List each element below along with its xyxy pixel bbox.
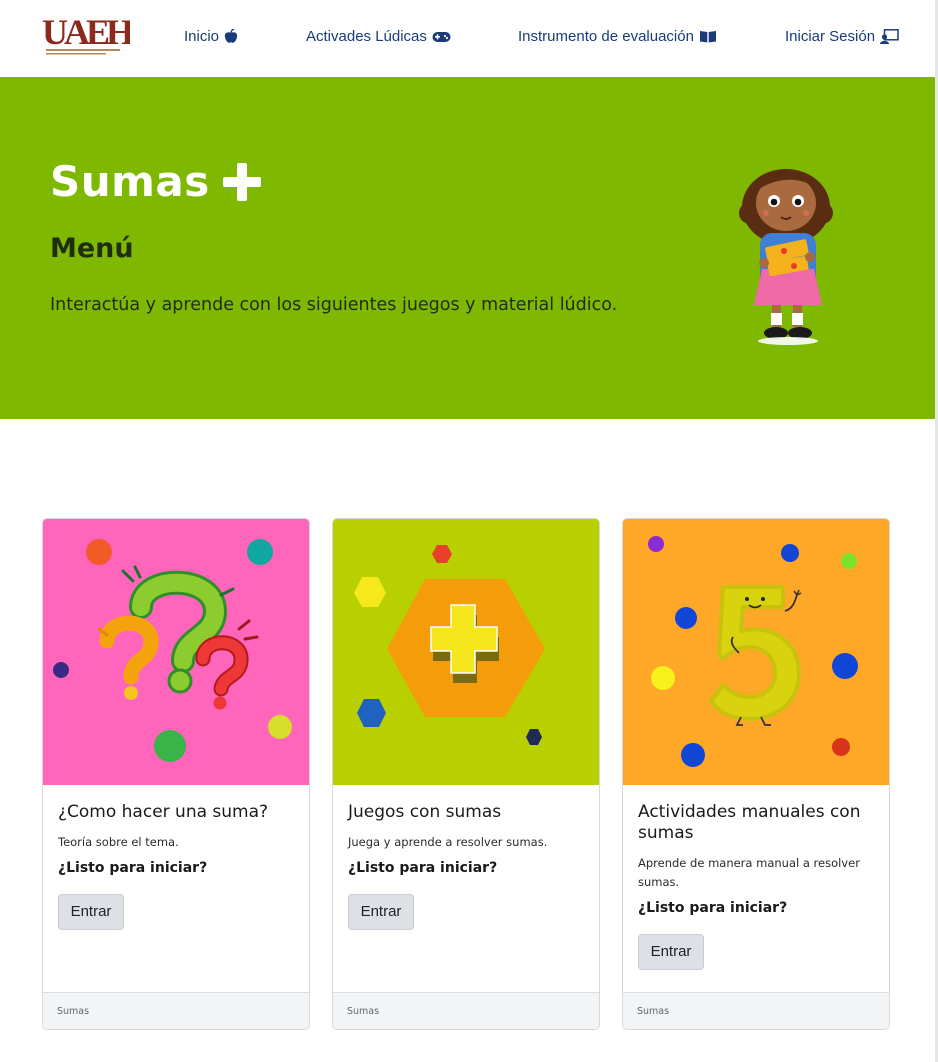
entrar-button[interactable]: Entrar <box>638 934 704 970</box>
nav-instrumento-evaluacion[interactable]: Instrumento de evaluación <box>518 28 717 45</box>
card-title: Actividades manuales con sumas <box>638 802 861 843</box>
nav-actividades-ludicas[interactable]: Activades Lúdicas <box>306 28 451 45</box>
hero-title: Sumas <box>50 157 262 206</box>
nav-inicio[interactable]: Inicio <box>184 28 238 45</box>
nav-iniciar-sesion[interactable]: Iniciar Sesión <box>785 28 899 45</box>
book-icon <box>699 31 716 43</box>
card-como-hacer-suma: ¿Como hacer una suma? Teoría sobre el te… <box>42 518 310 1030</box>
card-text: Teoría sobre el tema. <box>58 835 179 849</box>
card-ready-label: ¿Listo para iniciar? <box>348 860 498 876</box>
card-image-plus-hexagon <box>333 519 599 785</box>
user-screen-icon <box>880 29 899 44</box>
hero-description: Interactúa y aprende con los siguientes … <box>50 295 618 315</box>
card-actividades-manuales: Actividades manuales con sumas Aprende d… <box>622 518 890 1030</box>
nav-sesion-label: Iniciar Sesión <box>785 28 876 45</box>
gamepad-icon <box>432 31 451 42</box>
card-body: ¿Como hacer una suma? Teoría sobre el te… <box>58 802 298 930</box>
hero-section: Sumas Menú Interactúa y aprende con los … <box>0 77 935 419</box>
hero-subtitle: Menú <box>50 233 134 264</box>
nav-actividades-label: Activades Lúdicas <box>306 28 427 45</box>
card-footer: Sumas <box>333 992 599 1029</box>
nav-instrumento-label: Instrumento de evaluación <box>518 28 694 45</box>
apple-icon <box>224 29 238 43</box>
card-text: Juega y aprende a resolver sumas. <box>348 835 548 849</box>
card-image-number-five <box>623 519 889 785</box>
card-juegos-con-sumas: Juegos con sumas Juega y aprende a resol… <box>332 518 600 1030</box>
entrar-button[interactable]: Entrar <box>58 894 124 930</box>
card-title: ¿Como hacer una suma? <box>58 802 269 822</box>
card-body: Juegos con sumas Juega y aprende a resol… <box>348 802 588 930</box>
uaeh-logo[interactable]: UAEH <box>42 12 138 58</box>
card-title: Juegos con sumas <box>348 802 502 822</box>
plus-icon <box>222 162 261 201</box>
logo-text: UAEH <box>42 12 130 52</box>
card-image-question-marks <box>43 519 309 785</box>
card-footer: Sumas <box>623 992 889 1029</box>
card-text: Aprende de manera manual a resolver suma… <box>638 856 860 889</box>
hero-title-text: Sumas <box>50 157 210 206</box>
card-footer: Sumas <box>43 992 309 1029</box>
card-ready-label: ¿Listo para iniciar? <box>638 900 788 916</box>
card-body: Actividades manuales con sumas Aprende d… <box>638 802 878 970</box>
nav-inicio-label: Inicio <box>184 28 220 45</box>
entrar-button[interactable]: Entrar <box>348 894 414 930</box>
navbar: UAEH Inicio Activades Lúdicas Instrument… <box>0 0 935 77</box>
card-ready-label: ¿Listo para iniciar? <box>58 860 208 876</box>
girl-illustration <box>739 169 833 345</box>
